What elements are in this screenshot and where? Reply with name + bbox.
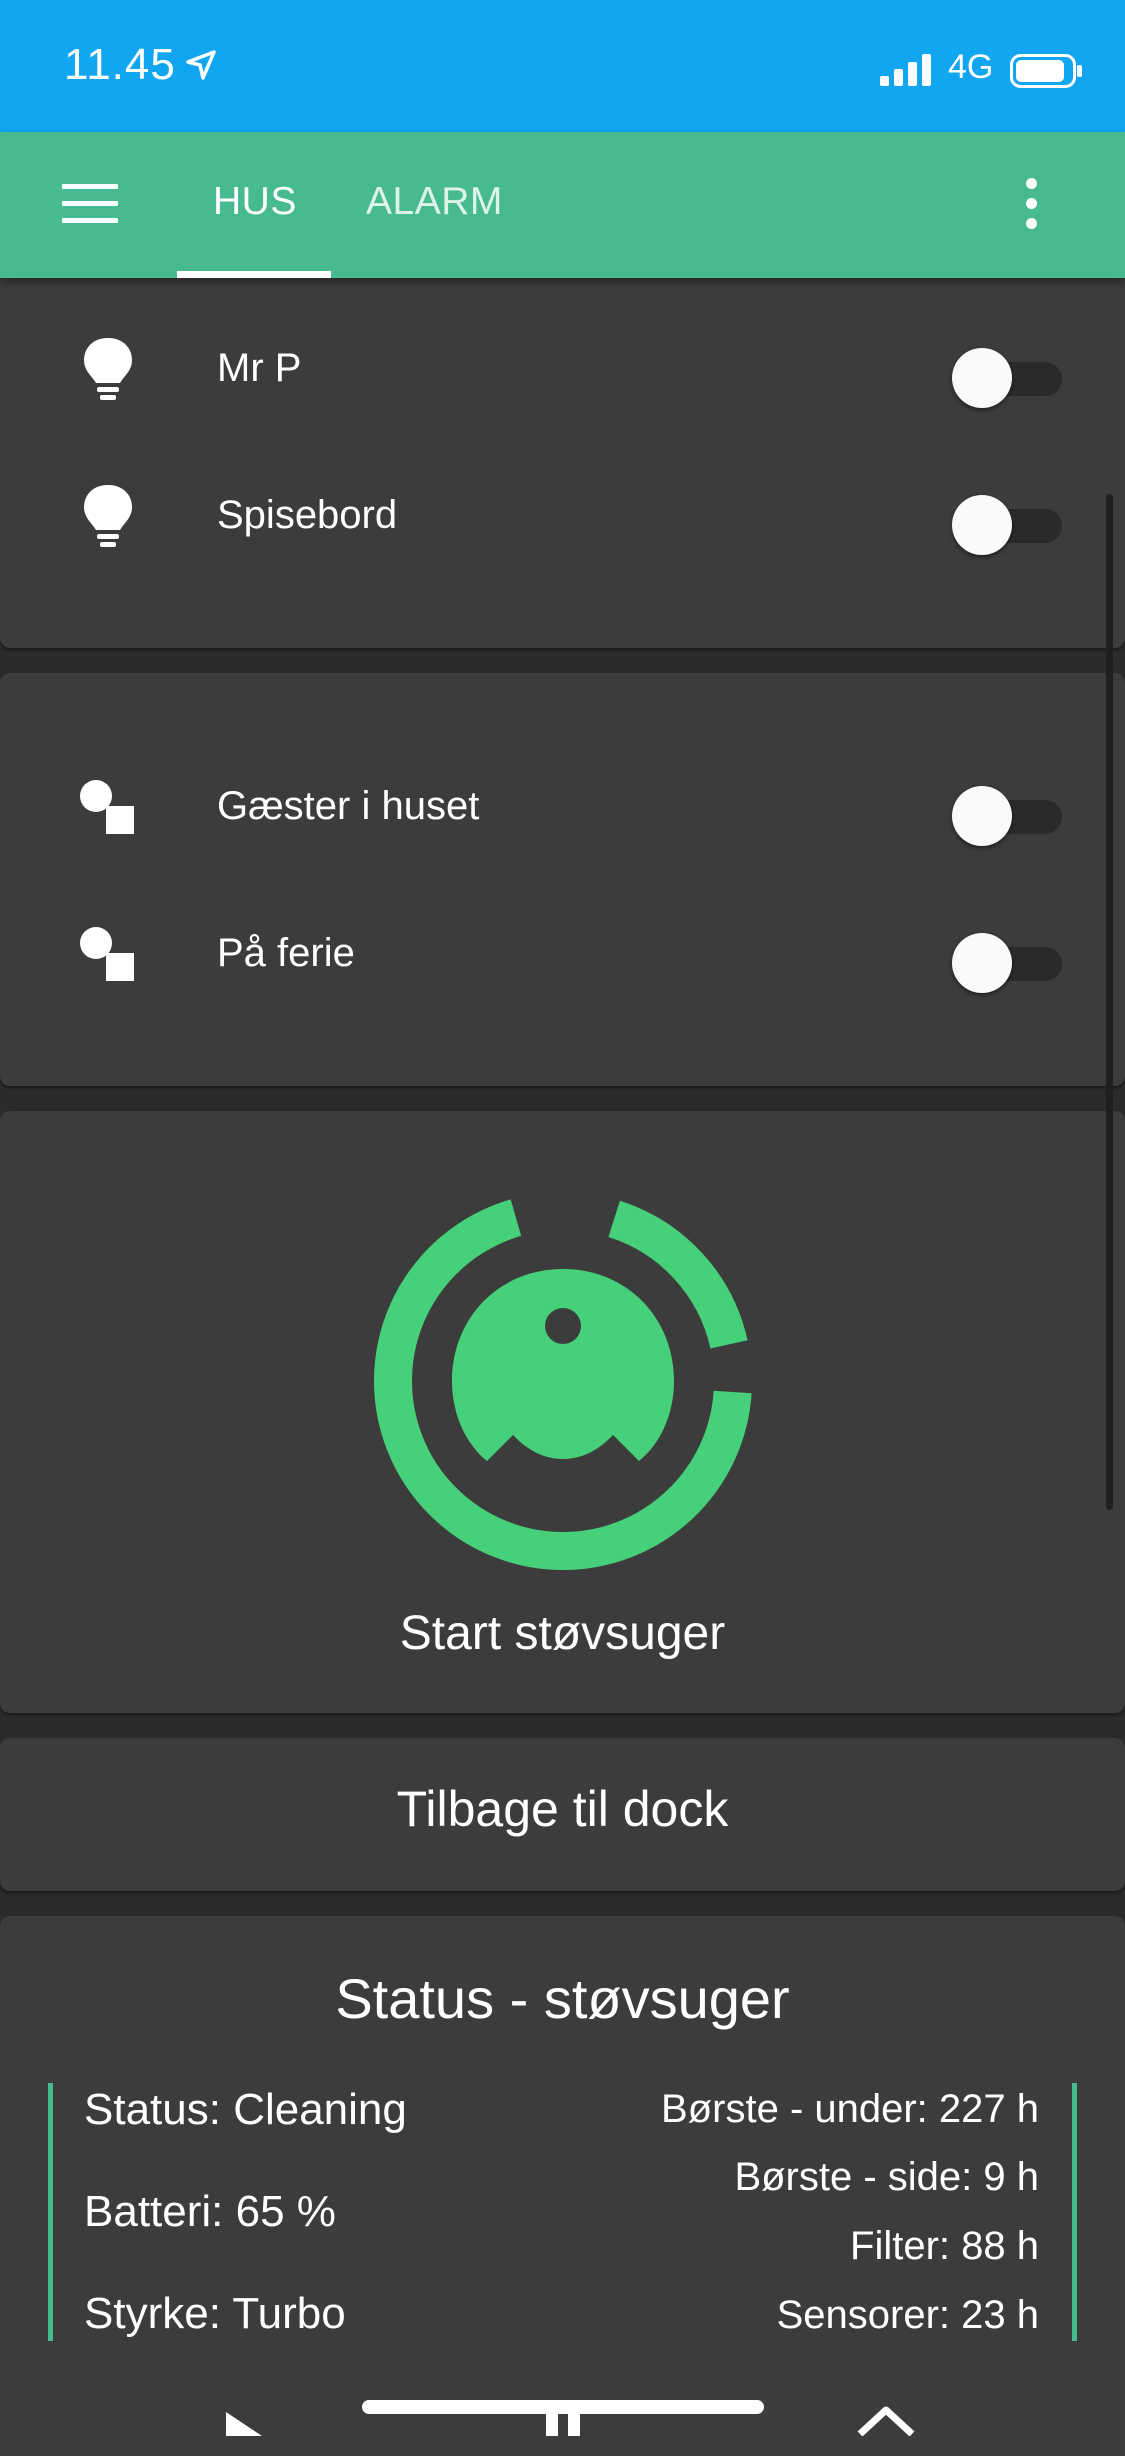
tab-alarm[interactable]: ALARM [366,180,503,224]
input-booleans-card: Gæster i huset På ferie [0,673,1125,1086]
toggle-switch[interactable] [952,786,1062,846]
shapes-icon [78,925,138,990]
home-indicator[interactable] [362,2400,764,2414]
list-item[interactable]: Spisebord [0,465,1125,565]
scrollbar[interactable] [1106,494,1113,1510]
lights-card: Mr P Spisebord [0,260,1125,648]
status-time: 11.45 [64,40,176,89]
kebab-menu-icon[interactable] [1026,178,1042,238]
hamburger-menu-icon[interactable] [62,184,118,224]
shapes-icon [78,778,138,843]
list-item-label: Spisebord [217,493,398,537]
status-bar: 11.45 4G [0,0,1125,132]
home-icon[interactable] [856,2400,916,2441]
lightbulb-icon [78,336,138,407]
status-battery: Batteri: 65 % [84,2187,336,2236]
toggle-switch[interactable] [952,933,1062,993]
status-accent-bar-left [48,2083,53,2341]
list-item-label: Mr P [217,346,302,390]
play-icon[interactable] [222,2400,266,2441]
toggle-switch[interactable] [952,348,1062,408]
status-main-brush: Børste - under: 227 h [661,2087,1039,2131]
list-item[interactable]: Gæster i huset [0,756,1125,856]
status-state: Status: Cleaning [84,2085,407,2134]
list-item[interactable]: På ferie [0,903,1125,1003]
list-item[interactable]: Mr P [0,318,1125,418]
active-tab-indicator [177,271,331,278]
start-vacuum-label: Start støvsuger [399,1607,726,1660]
status-card-title: Status - støvsuger [335,1967,790,2030]
list-item-label: På ferie [217,931,355,975]
tab-hus[interactable]: HUS [213,180,297,224]
lightbulb-icon [78,483,138,554]
toggle-switch[interactable] [952,495,1062,555]
status-side-brush: Børste - side: 9 h [734,2155,1039,2199]
status-power: Styrke: Turbo [84,2289,346,2338]
robot-vacuum-icon[interactable] [373,1191,753,1576]
app-bar: HUS ALARM [0,132,1125,278]
status-filter: Filter: 88 h [850,2224,1039,2268]
location-arrow-icon [186,50,216,85]
status-accent-bar-right [1072,2083,1077,2341]
battery-icon [1010,54,1084,93]
network-type: 4G [948,48,994,86]
status-sensors: Sensorer: 23 h [776,2293,1039,2337]
list-item-label: Gæster i huset [217,784,480,828]
signal-bars-icon [880,54,934,91]
return-to-dock-label: Tilbage til dock [396,1781,729,1837]
